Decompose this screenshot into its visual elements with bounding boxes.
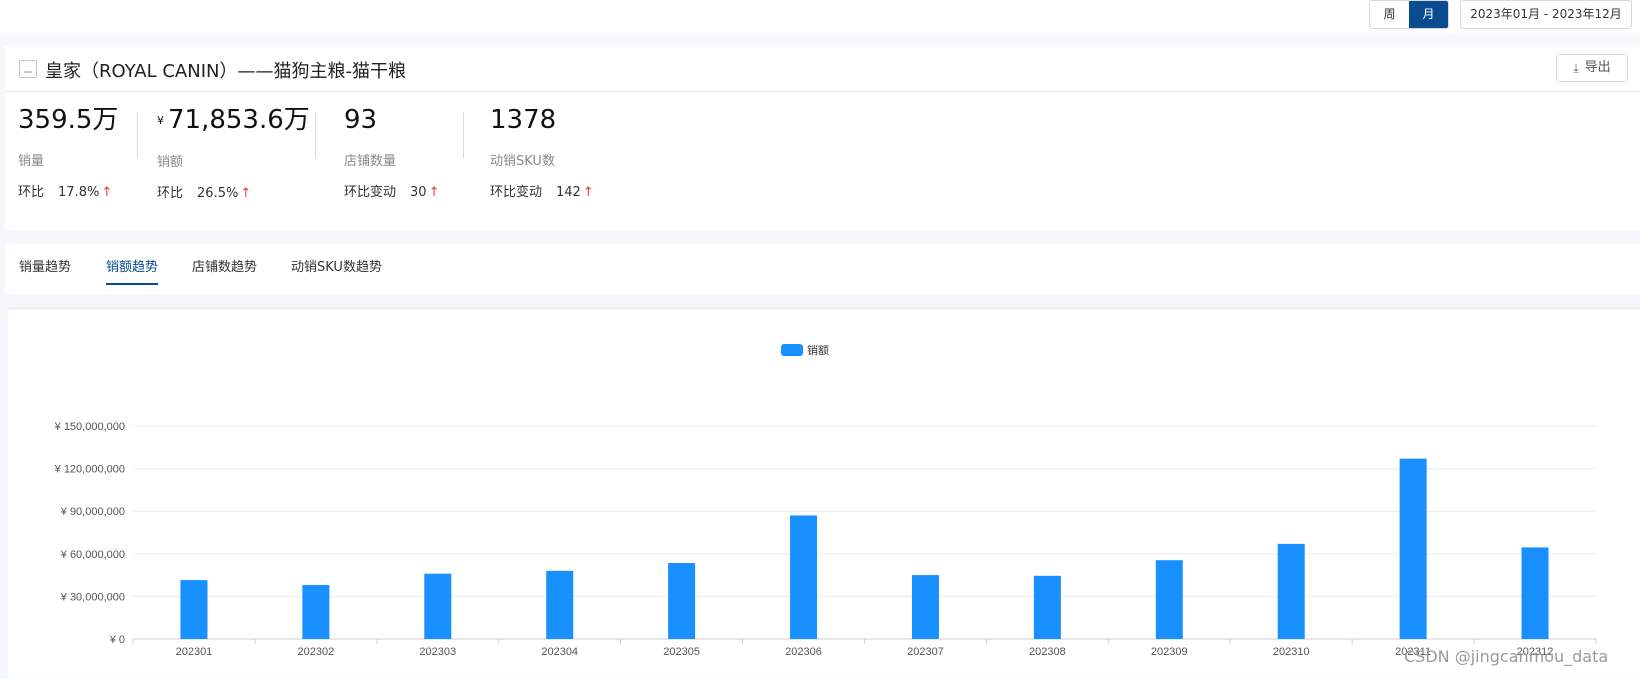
period-month-button[interactable]: 月 xyxy=(1409,1,1448,28)
bar xyxy=(1399,458,1427,639)
y-tick-label: ¥ 90,000,000 xyxy=(60,506,125,518)
bar xyxy=(1155,560,1183,639)
x-tick-label: 202310 xyxy=(1273,646,1310,658)
export-button[interactable]: ⤓ 导出 xyxy=(1556,54,1628,82)
x-tick-label: 202309 xyxy=(1151,646,1188,658)
watermark-text: CSDN @jingcanmou_data xyxy=(1404,647,1609,666)
y-tick-label: ¥ 60,000,000 xyxy=(60,549,125,561)
bar xyxy=(1033,575,1061,639)
y-tick-label: ¥ 30,000,000 xyxy=(60,591,125,603)
arrow-up-icon: ↑ xyxy=(582,185,594,200)
tab-sales-volume-trend[interactable]: 销量趋势 xyxy=(19,256,71,283)
x-tick-label: 202306 xyxy=(785,646,822,658)
page-title: 皇家（ROYAL CANIN）——猫狗主粮-猫干粮 xyxy=(45,61,406,82)
download-icon: ⤓ xyxy=(1573,61,1579,75)
divider xyxy=(315,112,316,158)
overview-card: 皇家（ROYAL CANIN）——猫狗主粮-猫干粮 ⤓ 导出 359.5万 销量… xyxy=(5,46,1640,230)
metric-change: 环比变动 30 ↑ xyxy=(344,185,440,200)
arrow-up-icon: ↑ xyxy=(240,185,252,201)
tab-store-count-trend[interactable]: 店铺数趋势 xyxy=(192,256,257,283)
bar xyxy=(911,575,939,639)
bar xyxy=(424,573,452,639)
bar xyxy=(180,580,208,639)
top-toolbar: 周 月 2023年01月 - 2023年12月 xyxy=(0,0,1640,34)
arrow-up-icon: ↑ xyxy=(428,185,440,200)
date-range-picker[interactable]: 2023年01月 - 2023年12月 xyxy=(1460,0,1632,29)
arrow-up-icon: ↑ xyxy=(101,185,113,200)
metric-label: 店铺数量 xyxy=(344,154,397,169)
x-tick-label: 202307 xyxy=(907,646,944,658)
title-row: 皇家（ROYAL CANIN）——猫狗主粮-猫干粮 ⤓ 导出 xyxy=(5,46,1640,92)
x-tick-label: 202305 xyxy=(663,646,700,658)
metric-label: 销量 xyxy=(18,154,45,169)
export-label: 导出 xyxy=(1584,60,1611,75)
x-tick-label: 202304 xyxy=(541,646,578,658)
bar xyxy=(790,515,818,639)
metric-sales-amount: ¥71,853.6万 销额 环比 26.5% ↑ xyxy=(157,104,310,201)
y-tick-label: ¥ 150,000,000 xyxy=(54,421,125,433)
period-week-button[interactable]: 周 xyxy=(1370,1,1409,28)
x-tick-label: 202308 xyxy=(1029,646,1066,658)
legend-swatch xyxy=(781,344,803,356)
metric-label: 动销SKU数 xyxy=(490,154,555,169)
trend-tabs: 销量趋势 销额趋势 店铺数趋势 动销SKU数趋势 xyxy=(5,244,1640,294)
bar xyxy=(1277,543,1305,639)
legend-label: 销额 xyxy=(807,343,829,357)
bar xyxy=(668,563,696,639)
divider xyxy=(137,112,138,158)
bar xyxy=(302,585,330,639)
metric-sales-volume: 359.5万 销量 环比 17.8% ↑ xyxy=(18,104,118,200)
bar xyxy=(546,570,574,639)
period-switch: 周 月 xyxy=(1369,0,1449,29)
brand-logo-icon xyxy=(19,60,37,78)
metric-change: 环比变动 142 ↑ xyxy=(490,185,594,200)
chart-card: ¥ 0 ¥ 30,000,000 ¥ 60,000,000 ¥ 90,000,000 ¥… xyxy=(8,308,1640,678)
tab-sales-amount-trend[interactable]: 销额趋势 xyxy=(106,256,159,285)
metric-value: ¥71,853.6万 xyxy=(157,105,310,135)
x-tick-label: 202301 xyxy=(176,646,213,658)
metric-value: 359.5万 xyxy=(18,105,119,135)
y-tick-label: ¥ 120,000,000 xyxy=(54,464,125,476)
x-tick-label: 202303 xyxy=(419,646,456,658)
sales-amount-bar-chart: ¥ 0 ¥ 30,000,000 ¥ 60,000,000 ¥ 90,000,000 ¥… xyxy=(54,343,1597,658)
metric-sku-count: 1378 动销SKU数 环比变动 142 ↑ xyxy=(490,104,594,200)
divider xyxy=(463,112,464,158)
metric-value: 1378 xyxy=(490,105,557,135)
y-tick-label: ¥ 0 xyxy=(109,634,125,646)
metric-label: 销额 xyxy=(157,154,184,170)
metric-change: 环比 17.8% ↑ xyxy=(18,185,113,200)
metric-store-count: 93 店铺数量 环比变动 30 ↑ xyxy=(344,104,439,200)
metric-value: 93 xyxy=(344,105,378,135)
tab-sku-count-trend[interactable]: 动销SKU数趋势 xyxy=(291,256,382,283)
x-tick-label: 202302 xyxy=(298,646,335,658)
metric-change: 环比 26.5% ↑ xyxy=(157,185,252,201)
bar xyxy=(1521,547,1549,639)
